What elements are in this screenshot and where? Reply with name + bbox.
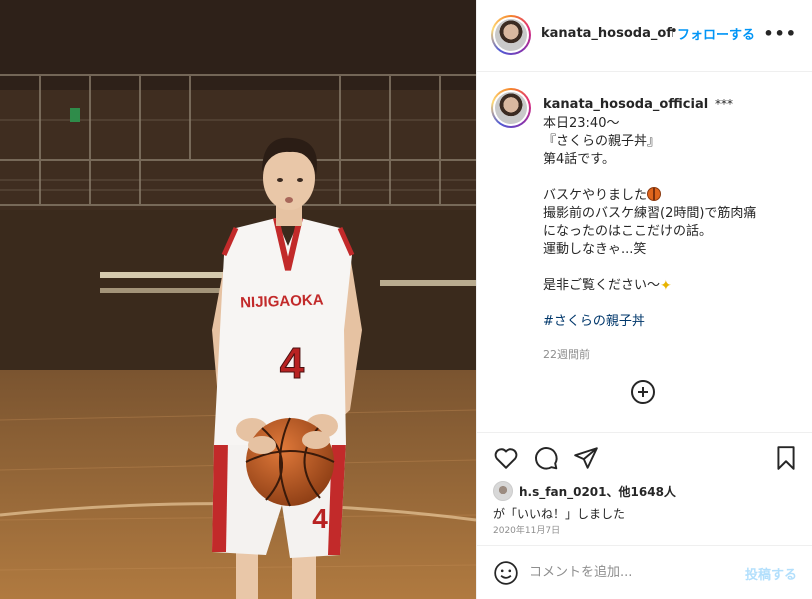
add-circle-icon[interactable] xyxy=(631,380,655,404)
caption-line xyxy=(543,169,803,187)
post-comment-button[interactable]: 投稿する xyxy=(745,564,797,583)
share-icon[interactable] xyxy=(573,445,599,471)
caption-line xyxy=(543,295,803,313)
post-modal: NIJIGAOKA 4 4 kanata_hosoda_offi • フォローす… xyxy=(0,0,812,599)
caption-line-with-emoji: 是非ご覧ください〜✦ xyxy=(543,277,803,295)
likes-text-suffix: が「いいね！」しました xyxy=(493,507,626,521)
caption-section: kanata_hosoda_official *** 本日23:40〜 『さくら… xyxy=(477,72,812,432)
jersey-number-text: 4 xyxy=(280,339,305,388)
avatar[interactable] xyxy=(491,15,531,55)
comment-input[interactable] xyxy=(529,560,719,584)
basketball xyxy=(245,417,335,507)
caption-line-text: バスケやりました xyxy=(543,188,648,203)
caption-line: 本日23:40〜 xyxy=(543,116,620,131)
follow-button[interactable]: フォローする xyxy=(677,24,755,43)
caption-line: 運動しなきゃ...笑 xyxy=(543,242,647,257)
hashtag-link[interactable]: #さくらの親子丼 xyxy=(543,313,803,331)
likes-others-count[interactable]: 、他1648人 xyxy=(607,485,676,499)
sparkles-emoji-icon: ✦ xyxy=(660,278,672,294)
caption-line: になったのはここだけの話。 xyxy=(543,224,713,239)
comment-icon[interactable] xyxy=(533,445,559,471)
header-username[interactable]: kanata_hosoda_offi xyxy=(541,26,673,41)
jersey-team-text: NIJIGAOKA xyxy=(240,292,324,312)
caption-line: 第4話です。 xyxy=(543,152,615,167)
caption-text: 本日23:40〜 『さくらの親子丼』 第4話です。 バスケやりました 撮影前のバ… xyxy=(543,115,803,331)
caption-line xyxy=(543,259,803,277)
caption-line-text: 是非ご覧ください〜 xyxy=(543,278,661,293)
liker-username[interactable]: h.s_fan_0201 xyxy=(519,485,607,499)
caption-username[interactable]: kanata_hosoda_official xyxy=(543,97,708,112)
liker-avatar[interactable] xyxy=(493,481,513,501)
comment-bar: 投稿する xyxy=(477,545,812,599)
post-date: 2020年11月7日 xyxy=(493,526,561,536)
caption-time-ago: 22週間前 xyxy=(543,348,590,361)
shorts-number-text: 4 xyxy=(312,503,328,534)
smile-icon[interactable] xyxy=(493,560,519,586)
heart-icon[interactable] xyxy=(493,445,519,471)
post-side-panel: kanata_hosoda_offi • フォローする ••• kanata_h… xyxy=(476,0,812,599)
photo-illustration: NIJIGAOKA 4 4 xyxy=(0,0,476,599)
caption-username-suffix: *** xyxy=(715,97,733,111)
likes-text: h.s_fan_0201、他1648人 xyxy=(519,483,676,500)
caption-line-with-emoji: バスケやりました xyxy=(543,187,803,205)
post-actions: h.s_fan_0201、他1648人 が「いいね！」しました 2020年11月… xyxy=(477,432,812,552)
caption-line: 『さくらの親子丼』 xyxy=(543,134,661,149)
caption-line: 撮影前のバスケ練習(2時間)で筋肉痛 xyxy=(543,206,757,221)
caption-avatar[interactable] xyxy=(491,88,531,128)
post-photo[interactable]: NIJIGAOKA 4 4 xyxy=(0,0,476,599)
more-options-icon[interactable]: ••• xyxy=(763,24,797,43)
basketball-emoji-icon xyxy=(647,187,662,201)
bookmark-icon[interactable] xyxy=(773,445,799,471)
post-header: kanata_hosoda_offi • フォローする ••• xyxy=(477,0,812,72)
